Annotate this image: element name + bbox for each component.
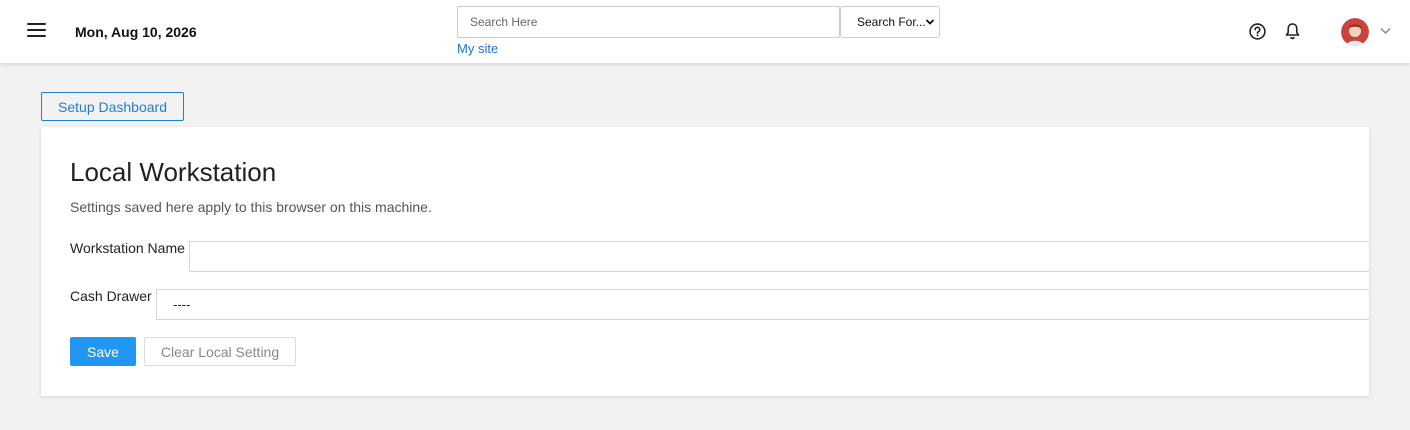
bell-icon[interactable] [1284,22,1301,40]
setup-dashboard-button[interactable]: Setup Dashboard [41,92,184,121]
hamburger-menu-icon[interactable] [27,23,46,39]
my-site-link[interactable]: My site [457,41,498,56]
current-date: Mon, Aug 10, 2026 [75,24,197,40]
save-button[interactable]: Save [70,337,136,366]
workstation-name-input[interactable] [189,241,1369,272]
top-bar: Mon, Aug 10, 2026 Search For... My site [0,0,1410,63]
clear-local-setting-button[interactable]: Clear Local Setting [144,337,296,366]
select-chevron-icon [925,19,935,25]
search-input[interactable] [457,6,840,38]
page-title: Local Workstation [70,157,277,187]
chevron-down-icon[interactable] [1380,27,1391,35]
local-workstation-card: Local Workstation Settings saved here ap… [41,127,1369,396]
workstation-name-label: Workstation Name [70,240,185,256]
cash-drawer-select[interactable]: ---- [156,289,1369,320]
avatar-image [1341,18,1369,46]
cash-drawer-selected: ---- [173,297,191,312]
user-avatar[interactable] [1341,18,1369,46]
cash-drawer-label: Cash Drawer [70,288,152,304]
search-type-select[interactable]: Search For... [840,6,940,38]
card-description: Settings saved here apply to this browse… [70,199,432,215]
search-type-selected: Search For... [857,15,926,29]
help-circle-icon[interactable] [1249,23,1266,40]
